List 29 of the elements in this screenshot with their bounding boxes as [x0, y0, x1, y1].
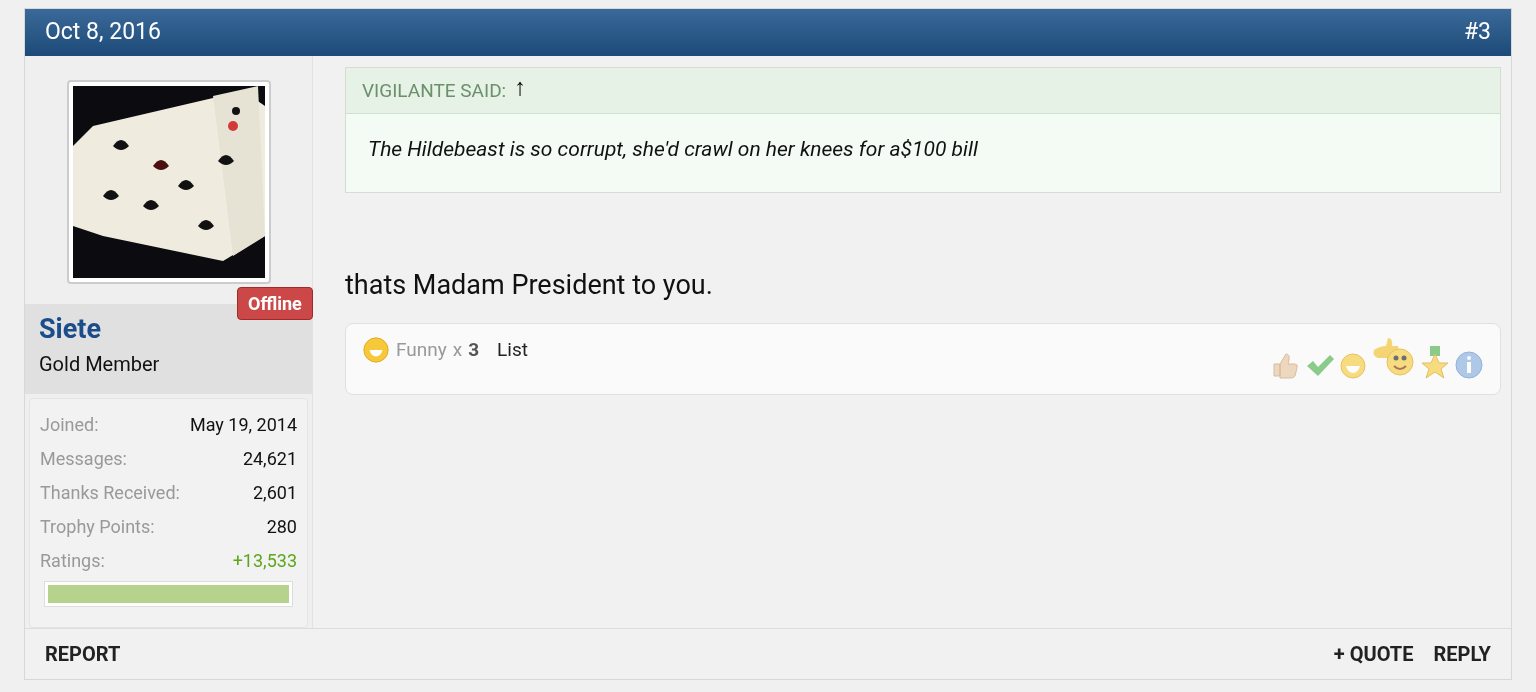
- stat-label: Trophy Points:: [40, 514, 155, 539]
- grin-icon: [362, 336, 390, 365]
- quote-jump-link[interactable]: ↑: [514, 73, 527, 106]
- post-date: Oct 8, 2016: [45, 17, 161, 48]
- thumbs-up-icon[interactable]: [1270, 350, 1300, 381]
- stat-label: Messages:: [40, 446, 127, 471]
- stat-value: +13,533: [232, 548, 297, 573]
- grin-icon[interactable]: [1338, 350, 1368, 381]
- post-action-link[interactable]: REPLY: [1433, 639, 1491, 669]
- quote-author: VIGILANTE SAID:: [362, 77, 507, 104]
- reaction-count: 3: [468, 337, 480, 364]
- stat-label: Thanks Received:: [40, 480, 180, 505]
- message-text: thats Madam President to you.: [345, 267, 714, 303]
- stat-label: Ratings:: [40, 548, 105, 573]
- reaction-times: x: [452, 337, 463, 364]
- star-medal-icon[interactable]: [1420, 346, 1450, 381]
- stat-value: 2,601: [253, 480, 297, 505]
- reaction-list-link[interactable]: List: [497, 336, 528, 365]
- stat-value: May 19, 2014: [189, 412, 297, 437]
- stat-value: 24,621: [242, 446, 297, 471]
- post-action-link[interactable]: + QUOTE: [1333, 639, 1414, 669]
- post-number[interactable]: #3: [1463, 15, 1491, 50]
- info-icon[interactable]: [1454, 350, 1484, 381]
- quote-text: The Hildebeast is so corrupt, she'd crawl on her knees for a$100 bill: [367, 136, 979, 164]
- post-action-link[interactable]: REPORT: [45, 639, 121, 669]
- stat-value: 280: [266, 514, 297, 539]
- stat-label: Joined:: [40, 412, 99, 437]
- user-title: Gold Member: [39, 351, 161, 379]
- status-badge: Offline: [237, 287, 313, 321]
